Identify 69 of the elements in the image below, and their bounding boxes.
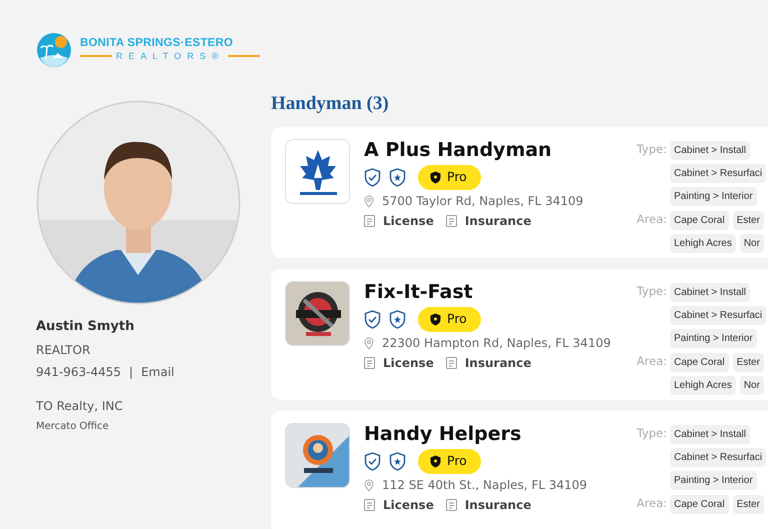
brand-tagline: REALTORS® (116, 50, 224, 63)
document-link[interactable]: Insurance (464, 214, 532, 230)
business-name[interactable]: Fix-It-Fast (364, 280, 611, 304)
tag: Ester (732, 494, 764, 514)
agent-title: REALTOR (36, 342, 92, 358)
tag: Cabinet > Resurfaci (670, 448, 766, 466)
separator: | (129, 364, 134, 380)
location-pin-icon (364, 195, 374, 208)
email-link[interactable]: Email (141, 362, 174, 380)
tag: Cabinet > Install (670, 140, 750, 160)
phone-link[interactable]: 941-963-4455 (36, 362, 122, 380)
shield-check-icon (364, 168, 381, 188)
tag: Cabinet > Install (670, 282, 750, 302)
tag: Lehigh Acres (670, 376, 736, 394)
document-icon (364, 499, 375, 512)
shield-icon (430, 455, 441, 468)
business-name[interactable]: Handy Helpers (364, 422, 588, 446)
address: 112 SE 40th St., Naples, FL 34109 (382, 478, 588, 494)
tag: Ester (732, 210, 764, 230)
tag-label: Area: (636, 352, 668, 370)
tag: Nor (740, 234, 764, 252)
tag-label: Type: (636, 282, 668, 300)
tag: Cabinet > Resurfaci (670, 164, 766, 182)
shield-check-icon (364, 452, 381, 472)
tag: Painting > Interior (670, 328, 757, 348)
shield-star-icon (389, 310, 406, 330)
shield-star-icon (389, 452, 406, 472)
document-link[interactable]: Insurance (464, 356, 532, 372)
location-pin-icon (364, 479, 374, 492)
office-name: Mercato Office (36, 420, 110, 434)
shield-icon (430, 171, 441, 184)
pro-badge[interactable]: Pro (418, 165, 481, 190)
tag: Cape Coral (670, 210, 729, 230)
tag: Cape Coral (670, 352, 729, 372)
document-link[interactable]: License (383, 498, 434, 514)
document-link[interactable]: License (383, 356, 434, 372)
pro-badge[interactable]: Pro (418, 307, 481, 332)
shield-icon (430, 313, 441, 326)
document-icon (446, 357, 457, 370)
tag: Painting > Interior (670, 470, 757, 490)
tag: Cabinet > Resurfaci (670, 306, 766, 324)
company-name: TO Realty, INC (36, 398, 124, 414)
document-icon (446, 499, 457, 512)
document-link[interactable]: Insurance (464, 498, 532, 514)
logo-icon (36, 32, 72, 68)
pro-badge[interactable]: Pro (418, 449, 481, 474)
tag: Nor (740, 376, 764, 394)
shield-star-icon (389, 168, 406, 188)
shield-check-icon (364, 310, 381, 330)
tag: Cape Coral (670, 494, 729, 514)
document-link[interactable]: License (383, 214, 434, 230)
tag-label: Type: (636, 424, 668, 442)
document-icon (446, 215, 457, 228)
document-icon (364, 215, 375, 228)
tag-label: Area: (636, 494, 668, 512)
address: 22300 Hampton Rd, Naples, FL 34109 (382, 336, 611, 352)
tag-label: Type: (636, 140, 668, 158)
section-heading: Handyman (3) (271, 92, 390, 116)
tag-label: Area: (636, 210, 668, 228)
tag: Ester (732, 352, 764, 372)
agent-name: Austin Smyth (36, 318, 136, 336)
address: 5700 Taylor Rd, Naples, FL 34109 (382, 194, 584, 210)
tag: Cabinet > Install (670, 424, 750, 444)
business-name[interactable]: A Plus Handyman (364, 138, 584, 162)
location-pin-icon (364, 337, 374, 350)
tag: Lehigh Acres (670, 234, 736, 252)
document-icon (364, 357, 375, 370)
tag: Painting > Interior (670, 186, 757, 206)
brand-name: BONITA SPRINGS·ESTERO (80, 36, 234, 50)
